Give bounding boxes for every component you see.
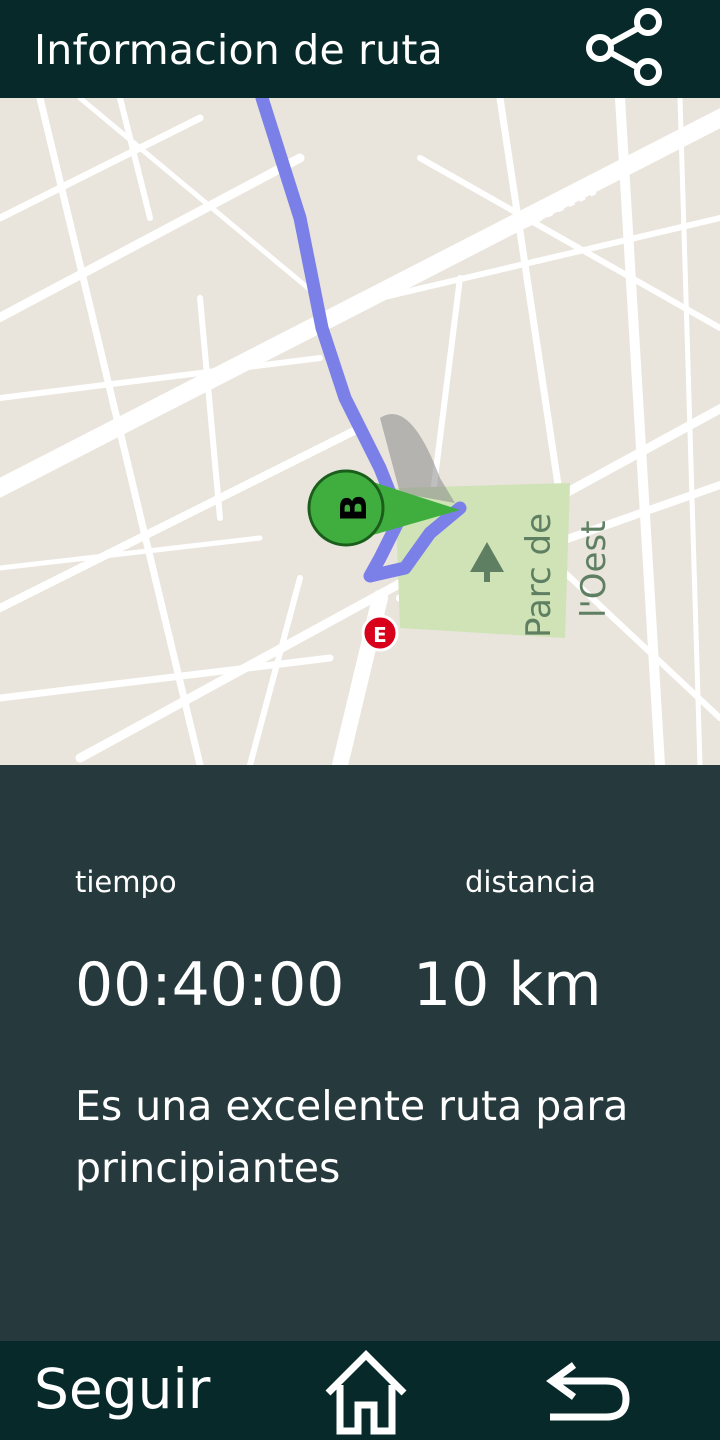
app-header: Informacion de ruta bbox=[0, 0, 720, 98]
time-value: 00:40:00 bbox=[75, 950, 345, 1020]
route-map[interactable]: E B Parc de l'Oest bbox=[0, 98, 720, 765]
distance-label: distancia bbox=[465, 865, 596, 899]
bottom-bar: Seguir bbox=[0, 1341, 720, 1440]
park-label-line1: Parc de bbox=[519, 513, 559, 638]
marker-letter: B bbox=[334, 494, 375, 521]
back-icon[interactable] bbox=[540, 1355, 636, 1427]
svg-text:E: E bbox=[373, 623, 387, 647]
route-description: Es una excelente ruta para principiantes bbox=[75, 1082, 629, 1192]
share-icon[interactable] bbox=[580, 8, 668, 92]
park-label-line2: l'Oest bbox=[574, 520, 614, 618]
follow-button[interactable]: Seguir bbox=[34, 1357, 210, 1421]
time-label: tiempo bbox=[75, 865, 177, 899]
page-title: Informacion de ruta bbox=[34, 26, 443, 74]
home-icon[interactable] bbox=[318, 1347, 414, 1435]
distance-value: 10 km bbox=[413, 950, 602, 1020]
route-info-panel: tiempo distancia 00:40:00 10 km Es una e… bbox=[0, 765, 720, 1341]
